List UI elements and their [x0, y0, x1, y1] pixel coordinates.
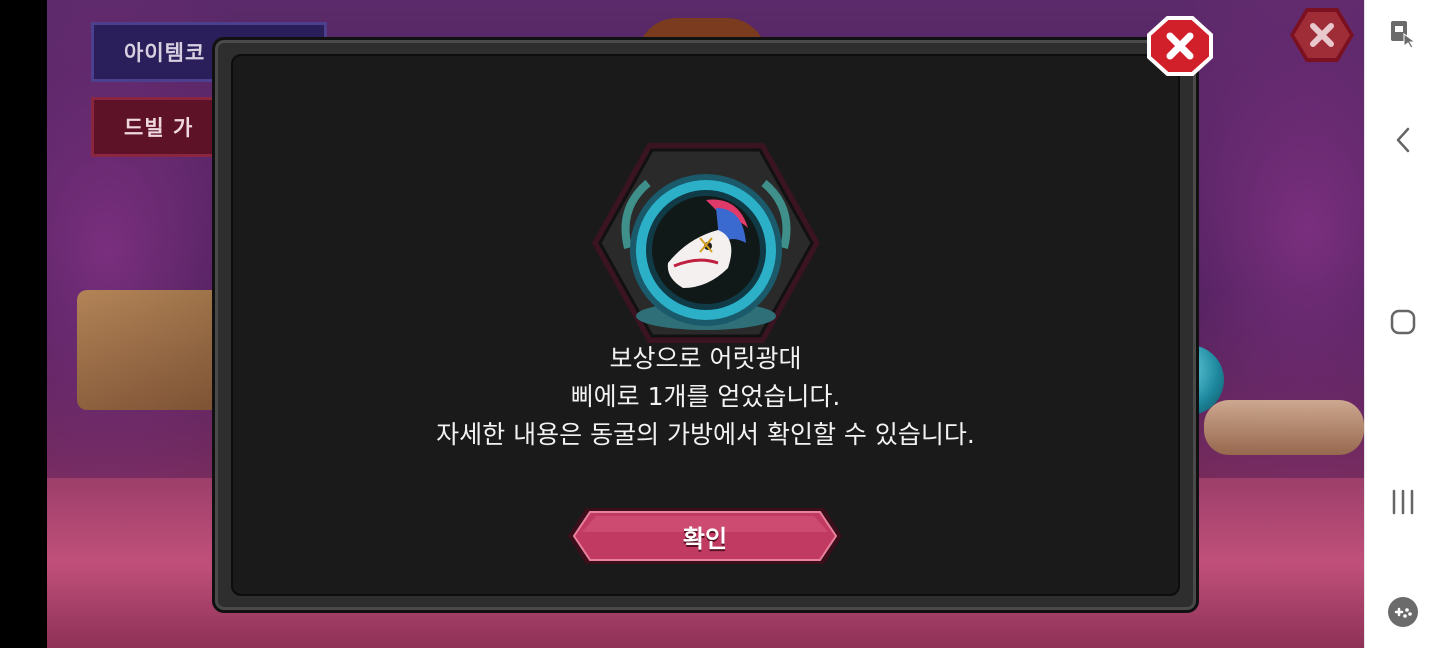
- game-tools-icon[interactable]: [1365, 594, 1440, 630]
- system-navigation-bar: [1364, 0, 1440, 648]
- left-black-bar: [0, 0, 47, 648]
- reward-message-line: 삐에로 1개를 얻었습니다.: [570, 382, 841, 411]
- confirm-button[interactable]: 확인: [566, 506, 844, 566]
- reward-message-line: 보상으로 어릿광대: [609, 344, 802, 373]
- reward-message: 보상으로 어릿광대 삐에로 1개를 얻었습니다. 자세한 내용은 동굴의 가방에…: [212, 340, 1199, 454]
- clown-dragon-emblem-icon: [592, 143, 820, 343]
- confirm-button-label: 확인: [682, 524, 728, 553]
- recents-icon[interactable]: [1365, 484, 1440, 520]
- reward-message-line: 자세한 내용은 동굴의 가방에서 확인할 수 있습니다.: [436, 420, 975, 449]
- background-scrolls: [1204, 400, 1364, 455]
- close-icon: [1166, 32, 1194, 60]
- close-icon: [1310, 23, 1334, 47]
- dvil-button-label: 드빌 가: [124, 116, 194, 140]
- item-code-button-label: 아이템코: [124, 41, 206, 65]
- screenshot-touch-icon[interactable]: [1365, 16, 1440, 52]
- home-icon[interactable]: [1365, 304, 1440, 340]
- dialog-close-button[interactable]: [1147, 16, 1213, 76]
- back-icon[interactable]: [1365, 122, 1440, 158]
